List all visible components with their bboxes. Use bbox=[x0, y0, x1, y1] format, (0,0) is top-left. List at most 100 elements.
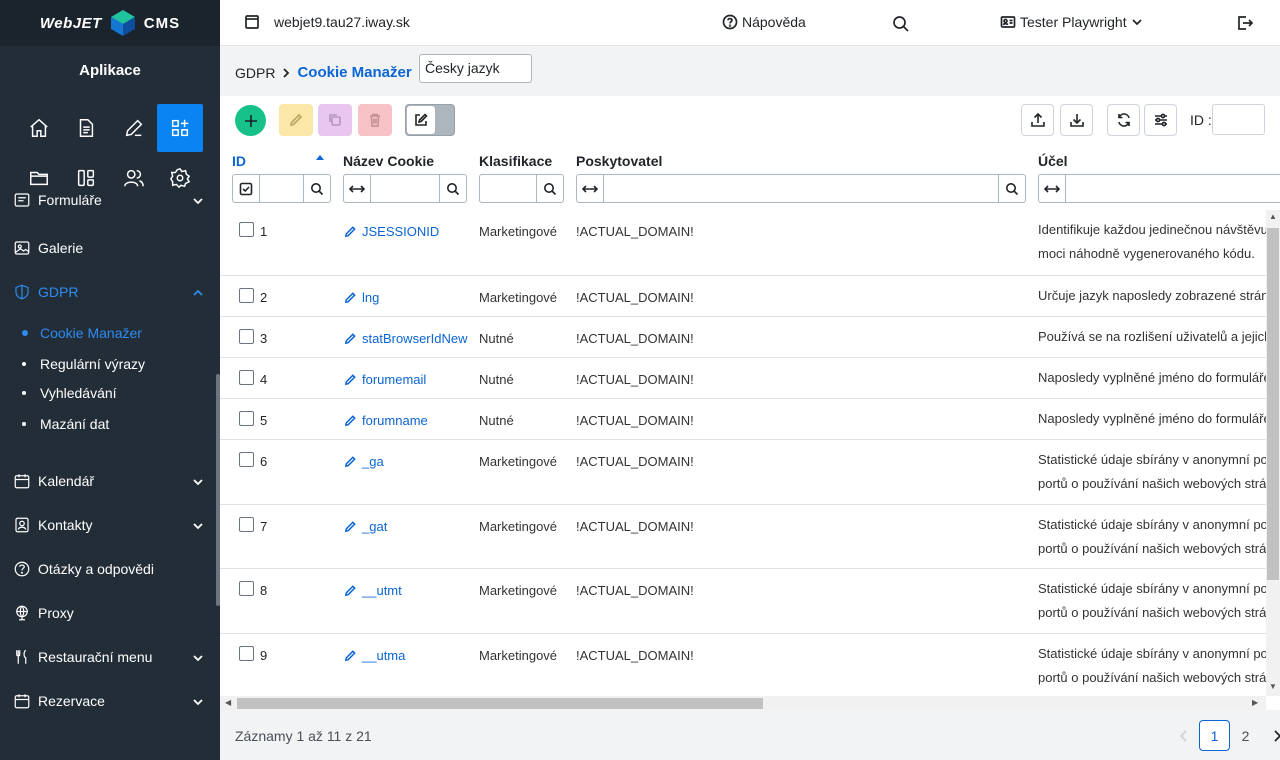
breadcrumb-parent[interactable]: GDPR bbox=[235, 65, 275, 81]
search-button[interactable] bbox=[892, 15, 910, 36]
table-row[interactable]: 3 statBrowserIdNew Nutné !ACTUAL_DOMAIN!… bbox=[220, 317, 1266, 358]
inline-edit-toggle[interactable] bbox=[405, 104, 455, 136]
logout-icon bbox=[1238, 16, 1254, 30]
table-row[interactable]: 9 __utma Marketingové !ACTUAL_DOMAIN! St… bbox=[220, 634, 1266, 696]
table-row[interactable]: 1 JSESSIONID Marketingové !ACTUAL_DOMAIN… bbox=[220, 210, 1266, 276]
table-row[interactable]: 7 _gat Marketingové !ACTUAL_DOMAIN! Stat… bbox=[220, 505, 1266, 569]
ucel-line: Statistické údaje sbírány v anonymní pod… bbox=[1038, 646, 1266, 661]
row-checkbox[interactable] bbox=[239, 646, 254, 661]
row-checkbox[interactable] bbox=[239, 370, 254, 385]
cookie-name: forumname bbox=[362, 413, 428, 428]
scroll-up-arrow-icon[interactable]: ▲ bbox=[1269, 212, 1277, 221]
cell-name-link[interactable]: JSESSIONID bbox=[344, 224, 439, 239]
table-header: ID Název Cookie Klasifikace Poskytovatel… bbox=[220, 144, 1280, 210]
table-vertical-scrollbar[interactable]: ▲ ▼ bbox=[1266, 210, 1280, 696]
sidebar-item-formulare[interactable]: Formuláře bbox=[0, 185, 216, 215]
row-checkbox[interactable] bbox=[239, 411, 254, 426]
select-all-checkbox[interactable] bbox=[233, 175, 260, 202]
column-header-name[interactable]: Název Cookie bbox=[343, 153, 434, 169]
row-checkbox[interactable] bbox=[239, 452, 254, 467]
add-button[interactable] bbox=[235, 105, 266, 136]
row-checkbox[interactable] bbox=[239, 222, 254, 237]
scroll-down-arrow-icon[interactable]: ▼ bbox=[1269, 682, 1277, 691]
scroll-right-arrow-icon[interactable]: ▶ bbox=[1252, 698, 1258, 707]
apps-icon[interactable] bbox=[157, 104, 203, 152]
filter-mode-button[interactable] bbox=[344, 175, 371, 202]
toggle-knob bbox=[407, 106, 435, 134]
next-page-button[interactable] bbox=[1261, 720, 1280, 751]
row-checkbox[interactable] bbox=[239, 517, 254, 532]
filter-search-button[interactable] bbox=[304, 175, 330, 202]
sidebar-item-restauracni-menu[interactable]: Restaurační menu bbox=[0, 637, 216, 677]
sidebar-subitem-regularni-vyrazy[interactable]: Regulární výrazy bbox=[22, 352, 145, 376]
domain-selector[interactable]: webjet9.tau27.iway.sk bbox=[244, 14, 410, 30]
user-menu[interactable]: Tester Playwright bbox=[1000, 14, 1143, 30]
cell-name-link[interactable]: __utmt bbox=[344, 583, 402, 598]
filter-mode-button[interactable] bbox=[1039, 175, 1066, 202]
row-checkbox[interactable] bbox=[239, 581, 254, 596]
sidebar-item-proxy[interactable]: Proxy bbox=[0, 593, 216, 633]
table-row[interactable]: 4 forumemail Nutné !ACTUAL_DOMAIN! Napos… bbox=[220, 358, 1266, 399]
filter-search-button[interactable] bbox=[999, 175, 1025, 202]
sidebar-subitem-mazani-dat[interactable]: Mazání dat bbox=[22, 412, 109, 436]
column-header-id[interactable]: ID bbox=[232, 153, 246, 169]
poskytovatel-filter-field[interactable] bbox=[604, 175, 999, 202]
ucel-filter-field[interactable] bbox=[1066, 175, 1280, 202]
prev-page-button[interactable] bbox=[1168, 720, 1199, 751]
logout-button[interactable] bbox=[1236, 14, 1254, 35]
sidebar-item-otazky[interactable]: Otázky a odpovědi bbox=[0, 549, 216, 589]
scroll-left-arrow-icon[interactable]: ◀ bbox=[225, 698, 231, 707]
scroll-thumb[interactable] bbox=[1267, 228, 1279, 580]
sidebar-item-galerie[interactable]: Galerie bbox=[0, 228, 216, 268]
sidebar-item-gdpr[interactable]: GDPR bbox=[0, 272, 216, 312]
id-filter-field[interactable] bbox=[260, 175, 304, 202]
column-header-poskytovatel[interactable]: Poskytovatel bbox=[576, 153, 662, 169]
sidebar-item-kalendar[interactable]: Kalendář bbox=[0, 461, 216, 501]
row-checkbox[interactable] bbox=[239, 288, 254, 303]
sidebar-subitem-cookie-manazer[interactable]: Cookie Manažer bbox=[22, 321, 142, 345]
cell-name-link[interactable]: forumemail bbox=[344, 372, 426, 387]
page-button-1[interactable]: 1 bbox=[1199, 720, 1230, 751]
filter-search-button[interactable] bbox=[440, 175, 466, 202]
cell-name-link[interactable]: lng bbox=[344, 290, 379, 305]
column-header-klasifikace[interactable]: Klasifikace bbox=[479, 153, 552, 169]
page-button-2[interactable]: 2 bbox=[1230, 720, 1261, 751]
sidebar-subitem-vyhledavani[interactable]: Vyhledávání bbox=[22, 381, 117, 405]
table-row[interactable]: 5 forumname Nutné !ACTUAL_DOMAIN! Naposl… bbox=[220, 399, 1266, 440]
cell-name-link[interactable]: statBrowserIdNew bbox=[344, 331, 467, 346]
home-icon[interactable] bbox=[16, 104, 62, 152]
table-row[interactable]: 6 _ga Marketingové !ACTUAL_DOMAIN! Stati… bbox=[220, 440, 1266, 505]
copy-icon bbox=[329, 114, 341, 126]
logo[interactable]: WebJET CMS bbox=[0, 0, 220, 46]
cell-name-link[interactable]: __utma bbox=[344, 648, 405, 663]
sliders-icon bbox=[1154, 113, 1167, 127]
edit-button[interactable] bbox=[279, 104, 313, 136]
sidebar-item-kontakty[interactable]: Kontakty bbox=[0, 505, 216, 545]
document-icon[interactable] bbox=[63, 104, 109, 152]
table-horizontal-scrollbar[interactable]: ◀ ▶ bbox=[220, 696, 1266, 710]
row-checkbox[interactable] bbox=[239, 329, 254, 344]
table-row[interactable]: 2 lng Marketingové !ACTUAL_DOMAIN! Určuj… bbox=[220, 276, 1266, 317]
export-button[interactable] bbox=[1060, 104, 1093, 136]
id-filter-input[interactable] bbox=[1212, 104, 1265, 135]
cell-name-link[interactable]: _ga bbox=[344, 454, 384, 469]
filter-search-button[interactable] bbox=[537, 175, 563, 202]
pencil-icon[interactable] bbox=[111, 104, 157, 152]
table-row[interactable]: 8 __utmt Marketingové !ACTUAL_DOMAIN! St… bbox=[220, 569, 1266, 634]
language-select[interactable]: Česky jazyk bbox=[419, 54, 532, 83]
sidebar-item-rezervace[interactable]: Rezervace bbox=[0, 681, 216, 721]
scroll-thumb[interactable] bbox=[237, 698, 763, 709]
cell-name-link[interactable]: forumname bbox=[344, 413, 428, 428]
settings-button[interactable] bbox=[1144, 104, 1177, 136]
filter-mode-button[interactable] bbox=[577, 175, 604, 202]
help-link[interactable]: Nápověda bbox=[722, 14, 806, 30]
klasifikace-filter-field[interactable] bbox=[480, 175, 537, 202]
column-header-ucel[interactable]: Účel bbox=[1038, 153, 1068, 169]
duplicate-button[interactable] bbox=[318, 104, 352, 136]
delete-button[interactable] bbox=[358, 104, 392, 136]
cell-name-link[interactable]: _gat bbox=[344, 519, 387, 534]
name-filter-field[interactable] bbox=[371, 175, 440, 202]
sidebar-item-label: GDPR bbox=[38, 284, 79, 300]
import-button[interactable] bbox=[1021, 104, 1054, 136]
reload-button[interactable] bbox=[1107, 104, 1140, 136]
